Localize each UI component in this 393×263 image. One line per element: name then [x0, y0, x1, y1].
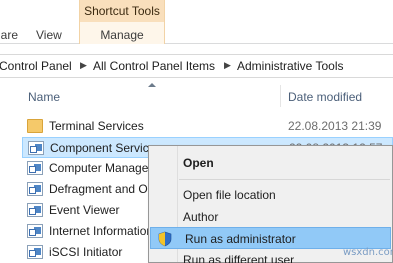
uac-shield-icon: [158, 231, 172, 247]
shortcut-tools-label: Shortcut Tools: [80, 0, 164, 22]
file-name: Component Services: [50, 141, 162, 155]
column-name[interactable]: Name: [28, 90, 60, 104]
shortcut-icon: [27, 203, 43, 217]
menu-separator: [179, 179, 390, 180]
shortcut-icon: [27, 224, 43, 238]
tab-view[interactable]: View: [36, 28, 62, 42]
tab-manage[interactable]: Manage: [80, 28, 164, 42]
menu-item-open-file-location[interactable]: Open file location: [149, 184, 392, 206]
watermark: wsxdn.com: [343, 247, 393, 258]
menu-item-label: Run as different user: [183, 253, 295, 263]
shortcut-icon: [27, 182, 43, 196]
breadcrumb-all-items[interactable]: All Control Panel Items: [93, 59, 215, 73]
breadcrumb-control-panel[interactable]: Control Panel: [0, 59, 72, 73]
shortcut-icon: [27, 245, 43, 259]
shortcut-icon: [28, 141, 44, 155]
menu-item-run-as-administrator[interactable]: Run as administrator: [150, 227, 391, 249]
shortcut-icon: [27, 161, 43, 175]
breadcrumb-admin-tools[interactable]: Administrative Tools: [237, 59, 344, 73]
breadcrumb-separator-icon[interactable]: ▶: [224, 60, 231, 71]
menu-item-author[interactable]: Author: [149, 206, 392, 228]
file-name: Terminal Services: [49, 119, 144, 133]
column-header: Name Date modified: [0, 83, 393, 109]
folder-icon: [27, 119, 43, 133]
list-item[interactable]: Terminal Services 22.08.2013 21:39: [22, 116, 393, 137]
file-date: 22.08.2013 21:39: [288, 119, 382, 133]
file-name: Event Viewer: [49, 203, 120, 217]
ribbon: Share View Shortcut Tools Manage: [0, 0, 393, 44]
shortcut-tools-group: Shortcut Tools Manage: [79, 0, 165, 44]
menu-item-label: Run as administrator: [185, 232, 296, 246]
address-bar[interactable]: Control Panel ▶ All Control Panel Items …: [0, 54, 393, 78]
context-menu: Open Open file location Author Run as ad…: [148, 145, 393, 263]
tab-share[interactable]: Share: [0, 28, 18, 42]
file-name: iSCSI Initiator: [49, 245, 123, 259]
breadcrumb-separator-icon[interactable]: ▶: [80, 60, 87, 71]
menu-item-label: Open: [183, 156, 214, 170]
column-date-modified[interactable]: Date modified: [288, 90, 362, 104]
menu-item-label: Author: [183, 210, 219, 224]
sort-ascending-icon: [148, 83, 156, 87]
menu-item-label: Open file location: [183, 188, 276, 202]
menu-item-open[interactable]: Open: [149, 152, 392, 174]
column-divider[interactable]: [280, 85, 281, 107]
